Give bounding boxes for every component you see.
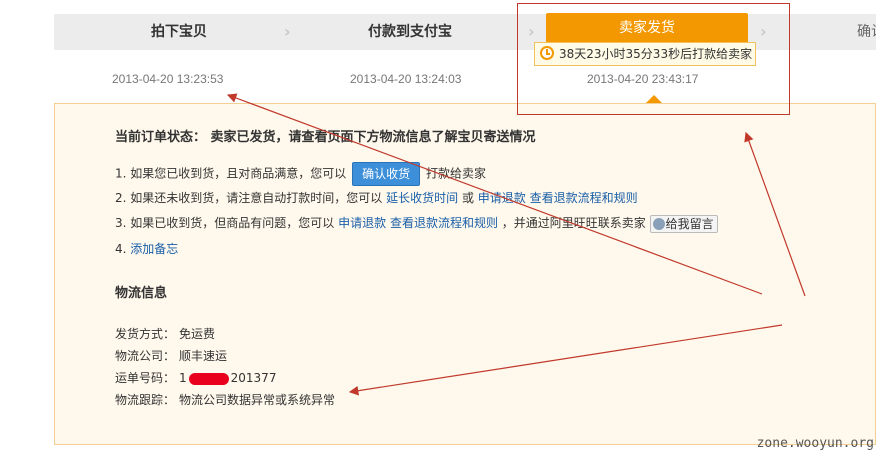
annotation-arrow — [226, 93, 763, 295]
watermark: zone.wooyun.org — [756, 436, 874, 451]
annotation-arrows — [226, 93, 806, 396]
annotation-arrow — [348, 324, 783, 396]
annotation-arrow — [744, 131, 806, 297]
